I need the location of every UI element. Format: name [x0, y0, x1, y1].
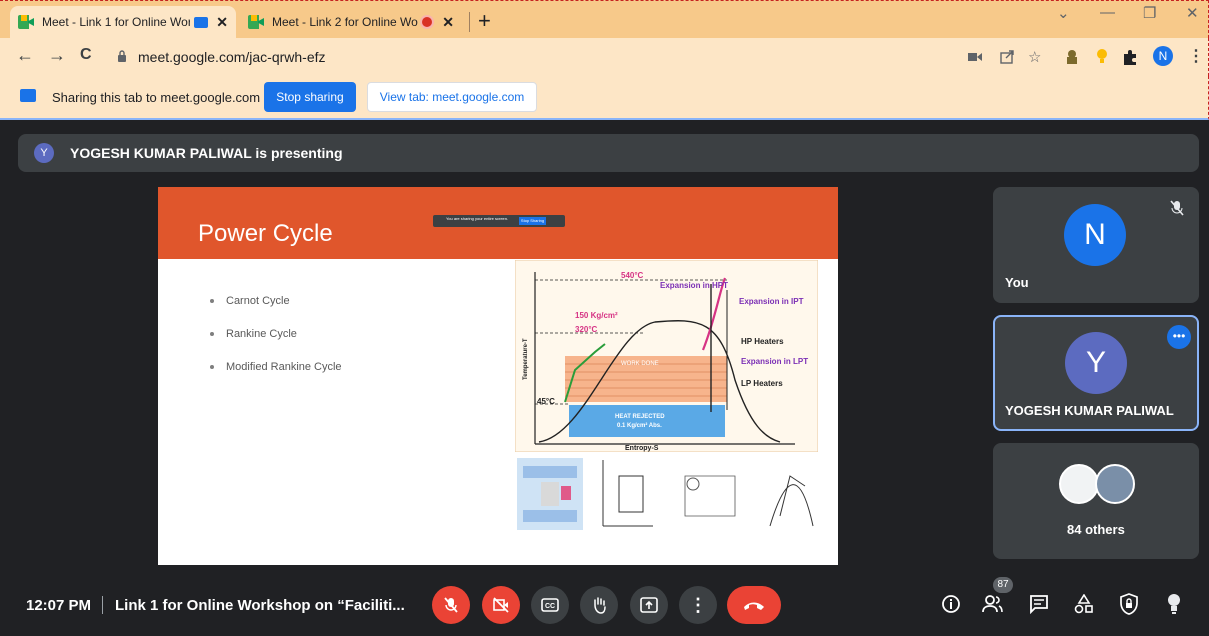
- label-heat-pressure: 0.1 Kg/cm² Abs.: [617, 422, 662, 429]
- mic-off-icon: [1170, 200, 1184, 216]
- url-text[interactable]: meet.google.com/jac-qrwh-efz: [138, 49, 326, 65]
- temp-label-top: 540°C: [621, 271, 644, 280]
- mic-off-icon: [444, 597, 458, 613]
- meeting-name: Link 1 for Online Workshop on “Faciliti.…: [115, 597, 405, 614]
- sharing-icon: [194, 16, 209, 28]
- tab-meet-link-2[interactable]: Meet - Link 2 for Online Wor ✕: [240, 6, 462, 38]
- google-meet-icon: [248, 15, 264, 29]
- tab-title: Meet - Link 2 for Online Wor: [272, 15, 419, 29]
- label-exp-lpt: Expansion in LPT: [741, 357, 808, 366]
- extension-icon[interactable]: [1064, 48, 1080, 66]
- tab-divider: [469, 12, 470, 32]
- activities-icon[interactable]: [1074, 594, 1094, 614]
- view-tab-button[interactable]: View tab: meet.google.com: [367, 82, 537, 112]
- menu-icon[interactable]: ⋮: [1188, 46, 1204, 66]
- meeting-details-icon[interactable]: [941, 594, 961, 614]
- video-icon[interactable]: [968, 52, 982, 62]
- puzzle-icon[interactable]: [1122, 49, 1138, 65]
- participant-name: You: [1005, 275, 1029, 290]
- ts-diagram: 540°C Expansion in HPT 150 Kg/cm² 320°C …: [515, 260, 818, 452]
- captions-icon: CC: [541, 598, 559, 612]
- google-meet-icon: [18, 15, 34, 29]
- more-options-button[interactable]: •••: [1167, 325, 1191, 349]
- tab-title: Meet - Link 1 for Online Wor: [42, 15, 191, 29]
- raise-hand-button[interactable]: [580, 586, 618, 624]
- label-temp-low: 45°C: [537, 397, 555, 406]
- forward-button[interactable]: →: [48, 45, 66, 66]
- bulb-icon[interactable]: [1168, 593, 1180, 615]
- slide-bullet: Modified Rankine Cycle: [210, 361, 342, 373]
- participant-avatar: Y: [1065, 332, 1127, 394]
- slide-bullet: Carnot Cycle: [210, 295, 290, 307]
- more-options-icon[interactable]: ⋮: [679, 586, 717, 624]
- profile-avatar[interactable]: N: [1153, 46, 1173, 66]
- divider: [102, 596, 103, 614]
- presenter-avatar: Y: [34, 143, 54, 163]
- label-exp-hpt: Expansion in HPT: [660, 281, 728, 290]
- close-window-button[interactable]: ✕: [1186, 4, 1199, 22]
- host-controls-icon[interactable]: [1119, 593, 1139, 615]
- sharing-status-text: Sharing this tab to meet.google.com: [52, 90, 261, 105]
- recording-icon: [422, 17, 433, 27]
- participant-thumbnail: [1095, 464, 1135, 504]
- label-pressure: 150 Kg/cm²: [575, 311, 618, 320]
- camera-off-icon: [493, 597, 509, 613]
- current-time: 12:07 PM: [26, 597, 92, 614]
- share-icon[interactable]: [1000, 50, 1014, 64]
- leave-call-button[interactable]: [727, 586, 781, 624]
- chat-icon[interactable]: [1029, 594, 1049, 614]
- back-button[interactable]: ←: [16, 45, 34, 66]
- cycle-thumbnails: [517, 458, 815, 530]
- screen-share-icon: [20, 89, 36, 102]
- close-tab-icon[interactable]: ✕: [442, 14, 454, 31]
- present-now-button[interactable]: [630, 586, 668, 624]
- mini-bar-text: You are sharing your entire screen.: [446, 216, 509, 221]
- label-work-done: WORK DONE: [621, 361, 659, 367]
- stop-sharing-button[interactable]: Stop sharing: [264, 82, 356, 112]
- people-count-badge: 87: [993, 577, 1013, 593]
- mini-stop-button: Stop Sharing: [519, 217, 546, 225]
- restore-button[interactable]: ❐: [1143, 4, 1156, 22]
- participant-name: YOGESH KUMAR PALIWAL: [1005, 403, 1174, 418]
- others-count: 84 others: [1067, 522, 1125, 537]
- reload-button[interactable]: C: [80, 46, 92, 64]
- bulb-icon[interactable]: [1097, 48, 1107, 66]
- captions-button[interactable]: CC: [531, 586, 569, 624]
- close-tab-icon[interactable]: ✕: [216, 14, 228, 31]
- participant-tile-others[interactable]: [993, 443, 1199, 559]
- minimize-button[interactable]: —: [1100, 4, 1115, 21]
- star-icon[interactable]: ☆: [1028, 48, 1041, 66]
- label-hp-heaters: HP Heaters: [741, 337, 784, 346]
- participant-thumbnail: [1059, 464, 1099, 504]
- hand-icon: [594, 597, 606, 614]
- hang-up-icon: [744, 602, 764, 610]
- label-exp-ipt: Expansion in IPT: [739, 297, 804, 306]
- people-icon[interactable]: [982, 594, 1004, 614]
- camera-toggle-button[interactable]: [482, 586, 520, 624]
- microphone-toggle-button[interactable]: [432, 586, 470, 624]
- slide-bullet: Rankine Cycle: [210, 328, 297, 340]
- lock-icon[interactable]: [117, 50, 127, 62]
- new-tab-button[interactable]: +: [478, 8, 491, 34]
- tab-meet-link-1[interactable]: Meet - Link 1 for Online Wor ✕: [10, 6, 236, 38]
- presenting-text: YOGESH KUMAR PALIWAL is presenting: [70, 145, 343, 161]
- label-heat-rejected: HEAT REJECTED: [615, 414, 665, 420]
- slide-title: Power Cycle: [198, 220, 333, 247]
- present-icon: [640, 597, 658, 613]
- svg-text:CC: CC: [545, 603, 555, 610]
- label-temp-mid: 320°C: [575, 325, 598, 334]
- label-lp-heaters: LP Heaters: [741, 379, 783, 388]
- participant-avatar: N: [1064, 204, 1126, 266]
- y-axis-label: Temperature-T: [523, 338, 529, 380]
- x-axis-label: Entropy-S: [625, 445, 659, 452]
- tab-search-icon[interactable]: ⌄: [1057, 4, 1070, 22]
